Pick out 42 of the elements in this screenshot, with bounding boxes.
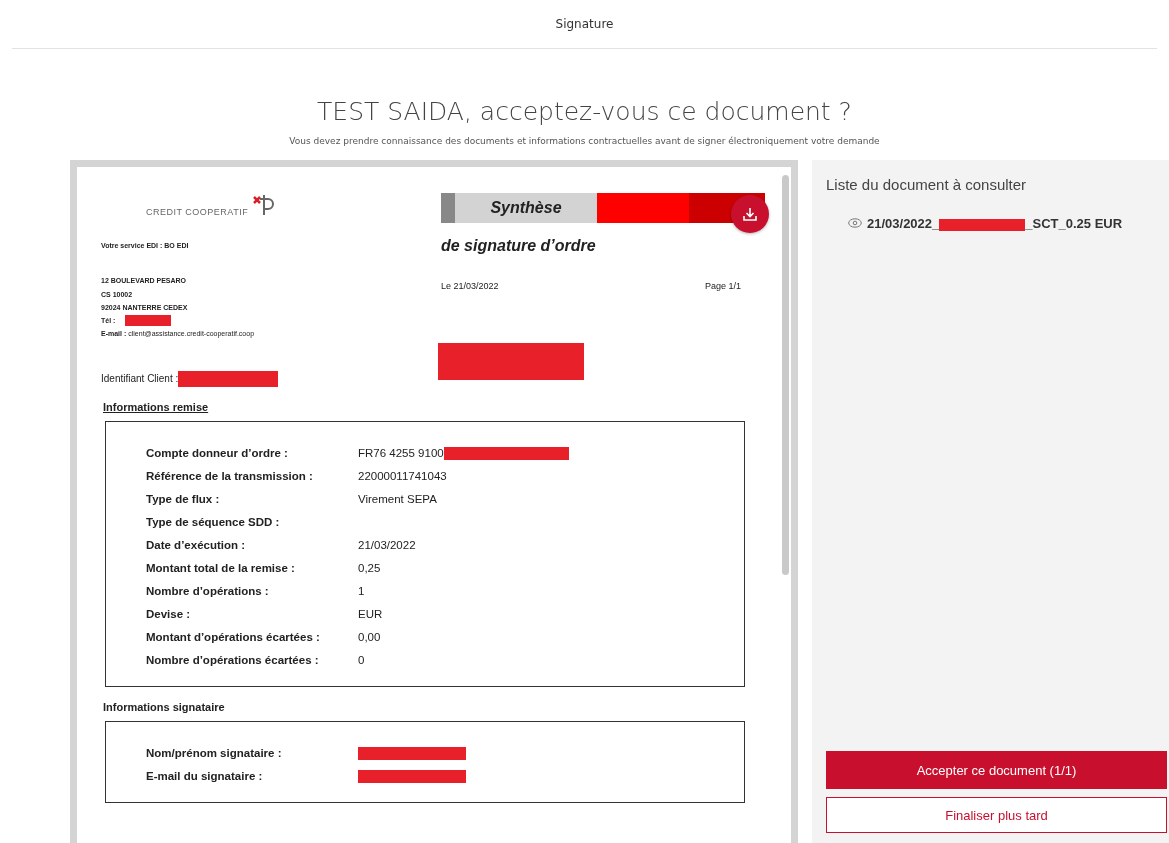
field-value: 0,25 xyxy=(358,560,381,576)
logo-text: CREDIT COOPERATIF xyxy=(146,207,249,217)
download-button[interactable] xyxy=(731,195,769,233)
field-value: 1 xyxy=(358,583,365,599)
field-label: E-mail du signataire : xyxy=(146,768,264,784)
field-value: EUR xyxy=(358,606,383,622)
section-title: Informations signataire xyxy=(103,700,226,713)
page-number: Page 1/1 xyxy=(704,281,741,291)
logo-icon xyxy=(250,193,277,217)
field-value: FR76 4255 9100 xyxy=(358,445,444,461)
redaction-bar xyxy=(125,315,172,327)
subtitle: Vous devez prendre connaissance des documents et informations contractuelles avant de signer électroniquement votre demande xyxy=(288,136,881,146)
field-label: Date d’exécution : xyxy=(146,537,247,553)
field-value: 0,00 xyxy=(358,629,381,645)
field-label: Nombre d’opérations écartées : xyxy=(146,652,320,668)
band-stripe xyxy=(441,193,455,223)
section-title: Informations remise xyxy=(103,400,210,413)
field-label: Type de séquence SDD : xyxy=(146,514,281,530)
page-title: Signature xyxy=(555,17,614,31)
field-value: 22000011741043 xyxy=(358,468,447,484)
field-label: Compte donneur d’ordre : xyxy=(146,445,289,461)
panel-title: Liste du document à consulter xyxy=(826,176,1028,193)
field-label: Nom/prénom signataire : xyxy=(146,745,283,761)
document-link[interactable]: 21/03/2022_ _SCT_0.25 EUR xyxy=(848,215,1169,233)
action-button[interactable]: Finaliser plus tard xyxy=(826,797,1167,833)
field-value: Virement SEPA xyxy=(358,491,437,507)
field-value: 21/03/2022 xyxy=(358,537,416,553)
field-value: 0 xyxy=(358,652,365,668)
heading: TEST SAIDA, acceptez-vous ce document ? xyxy=(316,97,853,126)
action-button[interactable]: Accepter ce document (1/1) xyxy=(826,751,1167,789)
client-label: Identifiant Client : xyxy=(101,373,179,385)
band-title: Synthèse xyxy=(455,193,597,223)
field-label: Type de flux : xyxy=(146,491,221,507)
field-label: Nombre d’opérations : xyxy=(146,583,270,599)
field-label: Montant d’opérations écartées : xyxy=(146,629,321,645)
eye-icon xyxy=(848,218,862,228)
field-label: Référence de la transmission : xyxy=(146,468,314,484)
document-title: de signature d’ordre xyxy=(441,237,597,255)
download-icon xyxy=(742,206,758,222)
field-label: Devise : xyxy=(146,606,192,622)
document-date: Le 21/03/2022 xyxy=(441,281,499,291)
field-label: Montant total de la remise : xyxy=(146,560,296,576)
